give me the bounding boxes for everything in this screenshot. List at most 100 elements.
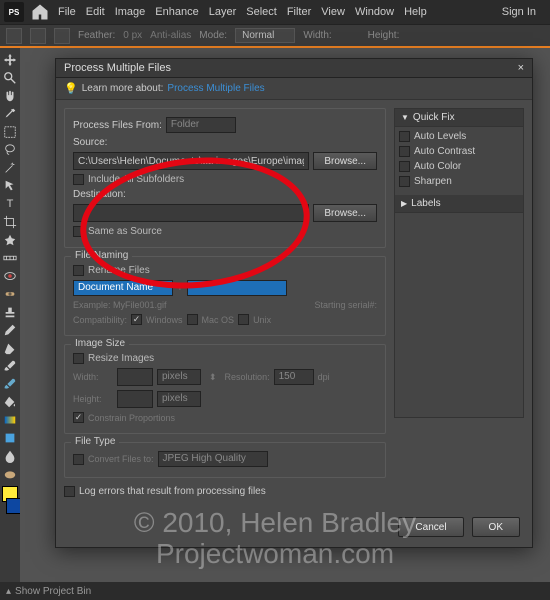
chevron-up-icon[interactable]: ▴ bbox=[6, 586, 11, 597]
constrain-checkbox[interactable] bbox=[73, 412, 84, 423]
source-path-input[interactable] bbox=[73, 152, 309, 170]
height-input[interactable] bbox=[117, 390, 153, 408]
name-token-2-select[interactable] bbox=[187, 280, 287, 296]
resolution-select[interactable]: 150 bbox=[274, 369, 314, 385]
rename-checkbox[interactable] bbox=[73, 265, 84, 276]
chevron-down-icon: ▼ bbox=[401, 113, 409, 122]
bucket-tool-icon[interactable] bbox=[2, 394, 18, 410]
tool-rail: T bbox=[0, 48, 20, 518]
auto-color-label: Auto Color bbox=[414, 161, 461, 172]
file-naming-group: File Naming Rename Files Document Name +… bbox=[64, 256, 386, 336]
home-icon[interactable] bbox=[30, 2, 50, 22]
file-type-title: File Type bbox=[71, 436, 119, 447]
stamp-tool-icon[interactable] bbox=[2, 304, 18, 320]
heal-tool-icon[interactable] bbox=[2, 286, 18, 302]
close-icon[interactable]: × bbox=[518, 62, 524, 74]
auto-levels-label: Auto Levels bbox=[414, 131, 466, 142]
file-type-group: File Type Convert Files to: JPEG High Qu… bbox=[64, 442, 386, 478]
destination-path-input[interactable] bbox=[73, 204, 309, 222]
labels-header[interactable]: ▶Labels bbox=[395, 195, 523, 213]
menu-edit[interactable]: Edit bbox=[86, 6, 105, 18]
type-tool-icon[interactable]: T bbox=[2, 196, 18, 212]
quickfix-header[interactable]: ▼Quick Fix bbox=[395, 109, 523, 127]
dialog-title: Process Multiple Files bbox=[64, 62, 171, 74]
link-icon: ⬍ bbox=[209, 372, 217, 383]
same-as-source-checkbox[interactable] bbox=[73, 226, 84, 237]
mode-select[interactable]: Normal bbox=[235, 28, 295, 43]
learn-more-link[interactable]: Process Multiple Files bbox=[167, 83, 264, 94]
width-input[interactable] bbox=[117, 368, 153, 386]
cookie-tool-icon[interactable] bbox=[2, 232, 18, 248]
convert-format-select[interactable]: JPEG High Quality bbox=[158, 451, 268, 467]
compat-windows-checkbox[interactable] bbox=[131, 314, 142, 325]
move-tool-icon[interactable] bbox=[2, 52, 18, 68]
smartbrush-tool-icon[interactable] bbox=[2, 376, 18, 392]
compat-mac-checkbox[interactable] bbox=[187, 314, 198, 325]
bulb-icon: 💡 bbox=[64, 82, 78, 95]
compat-mac-label: Mac OS bbox=[202, 315, 235, 325]
selection-tool-icon[interactable] bbox=[2, 178, 18, 194]
width-unit-select[interactable]: pixels bbox=[157, 369, 201, 385]
menu-window[interactable]: Window bbox=[355, 6, 394, 18]
sign-in-link[interactable]: Sign In bbox=[502, 6, 536, 18]
zoom-tool-icon[interactable] bbox=[2, 70, 18, 86]
destination-browse-button[interactable]: Browse... bbox=[313, 204, 377, 222]
hand-tool-icon[interactable] bbox=[2, 88, 18, 104]
process-from-select[interactable]: Folder bbox=[166, 117, 236, 133]
eraser-tool-icon[interactable] bbox=[2, 340, 18, 356]
source-browse-button[interactable]: Browse... bbox=[313, 152, 377, 170]
convert-checkbox[interactable] bbox=[73, 454, 84, 465]
cancel-button[interactable]: Cancel bbox=[398, 517, 463, 537]
tip-bar: 💡 Learn more about: Process Multiple Fil… bbox=[56, 78, 532, 100]
gradient-tool-icon[interactable] bbox=[2, 412, 18, 428]
ok-button[interactable]: OK bbox=[472, 517, 520, 537]
crop-tool-icon[interactable] bbox=[2, 214, 18, 230]
eyedropper-tool-icon[interactable] bbox=[2, 106, 18, 122]
dialog-titlebar: Process Multiple Files × bbox=[56, 59, 532, 78]
height-unit-select[interactable]: pixels bbox=[157, 391, 201, 407]
menu-filter[interactable]: Filter bbox=[287, 6, 311, 18]
brush-tool-icon[interactable] bbox=[2, 358, 18, 374]
process-files-dialog: Process Multiple Files × 💡 Learn more ab… bbox=[55, 58, 533, 548]
sharpen-checkbox[interactable] bbox=[399, 176, 410, 187]
log-errors-checkbox[interactable] bbox=[64, 486, 75, 497]
wand-tool-icon[interactable] bbox=[2, 160, 18, 176]
menu-help[interactable]: Help bbox=[404, 6, 427, 18]
sharpen-label: Sharpen bbox=[414, 176, 452, 187]
lasso-tool-icon[interactable] bbox=[2, 142, 18, 158]
opt-icon-1[interactable] bbox=[6, 28, 22, 44]
image-size-group: Image Size Resize Images Width: pixels ⬍… bbox=[64, 344, 386, 434]
source-group: Process Files From: Folder Source: Brows… bbox=[64, 108, 386, 248]
auto-contrast-checkbox[interactable] bbox=[399, 146, 410, 157]
menu-enhance[interactable]: Enhance bbox=[155, 6, 198, 18]
opt-icon-2[interactable] bbox=[30, 28, 46, 44]
name-token-1-select[interactable]: Document Name bbox=[73, 280, 173, 296]
menu-image[interactable]: Image bbox=[115, 6, 146, 18]
file-naming-title: File Naming bbox=[71, 250, 132, 261]
resize-checkbox[interactable] bbox=[73, 353, 84, 364]
pencil-tool-icon[interactable] bbox=[2, 322, 18, 338]
project-bin-toggle[interactable]: Show Project Bin bbox=[15, 586, 91, 597]
menu-layer[interactable]: Layer bbox=[209, 6, 237, 18]
menu-file[interactable]: File bbox=[58, 6, 76, 18]
auto-contrast-label: Auto Contrast bbox=[414, 146, 475, 157]
sponge-tool-icon[interactable] bbox=[2, 466, 18, 482]
chevron-right-icon: ▶ bbox=[401, 199, 407, 208]
blur-tool-icon[interactable] bbox=[2, 448, 18, 464]
include-subfolders-checkbox[interactable] bbox=[73, 174, 84, 185]
quickfix-panel: ▼Quick Fix Auto Levels Auto Contrast Aut… bbox=[394, 108, 524, 418]
compat-unix-label: Unix bbox=[253, 315, 271, 325]
straighten-tool-icon[interactable] bbox=[2, 250, 18, 266]
options-bar: Feather: 0 px Anti-alias Mode: Normal Wi… bbox=[0, 24, 550, 48]
shape-tool-icon[interactable] bbox=[2, 430, 18, 446]
menu-select[interactable]: Select bbox=[246, 6, 277, 18]
auto-levels-checkbox[interactable] bbox=[399, 131, 410, 142]
menu-view[interactable]: View bbox=[321, 6, 345, 18]
resize-label: Resize Images bbox=[88, 353, 154, 364]
process-from-label: Process Files From: bbox=[73, 120, 162, 131]
marquee-tool-icon[interactable] bbox=[2, 124, 18, 140]
redeye-tool-icon[interactable] bbox=[2, 268, 18, 284]
opt-icon-3[interactable] bbox=[54, 28, 70, 44]
auto-color-checkbox[interactable] bbox=[399, 161, 410, 172]
compat-unix-checkbox[interactable] bbox=[238, 314, 249, 325]
